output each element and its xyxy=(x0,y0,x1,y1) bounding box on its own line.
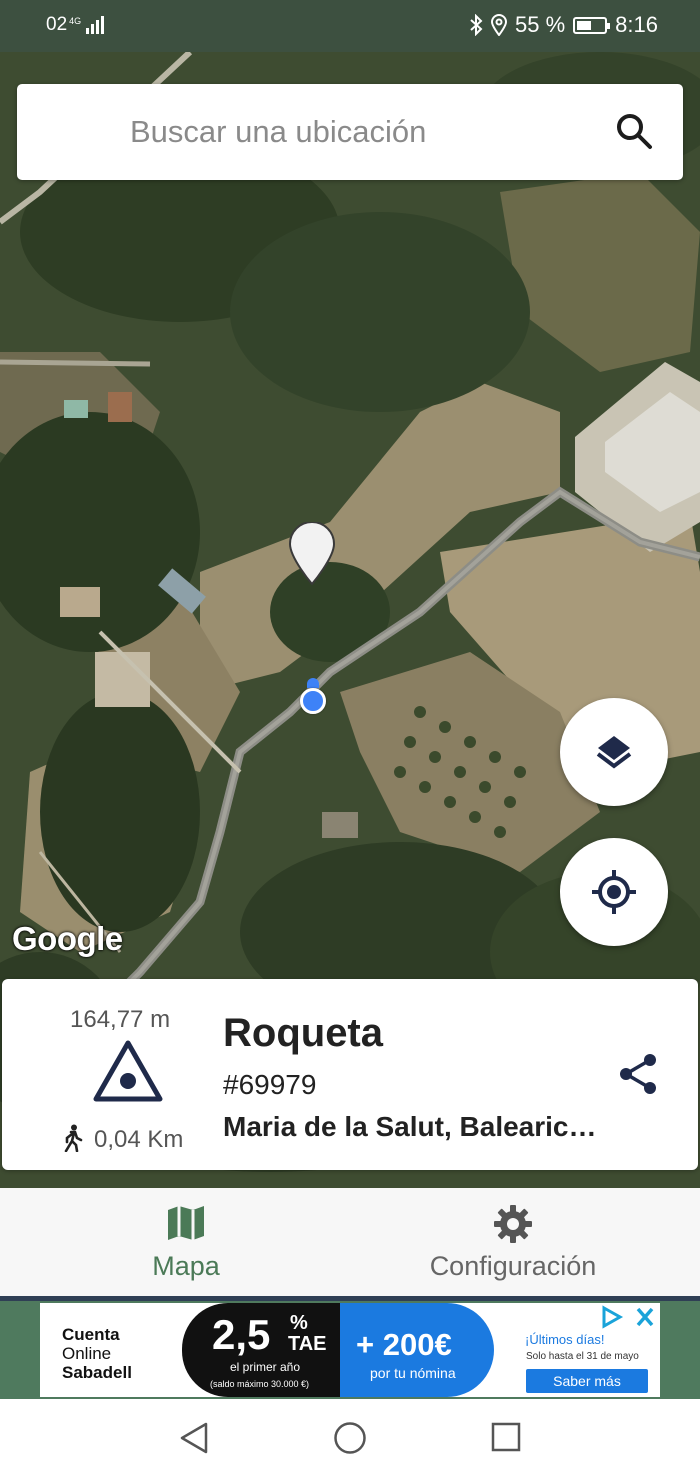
ad-bonus: + 200€ xyxy=(356,1327,452,1362)
ad-bonus-block: + 200€ por tu nómina xyxy=(340,1303,494,1397)
heading-indicator xyxy=(307,678,319,688)
my-location-button[interactable] xyxy=(560,838,668,946)
walking-icon xyxy=(64,1124,83,1152)
nav-item-settings[interactable]: Configuración xyxy=(412,1188,614,1296)
network-type: 4G xyxy=(69,16,82,26)
ad-bonus-sub: por tu nómina xyxy=(370,1365,456,1381)
place-name: Roqueta xyxy=(223,1011,383,1055)
clock: 8:16 xyxy=(615,12,658,37)
ad-rate-tae: TAE xyxy=(288,1333,327,1355)
ad-last-days: ¡Últimos días! xyxy=(525,1332,605,1347)
battery-fill xyxy=(577,20,592,30)
status-right: 55 % 8:16 xyxy=(469,12,658,38)
nav-item-map[interactable]: Mapa xyxy=(100,1188,272,1296)
place-info-card[interactable]: 164,77 m 0,04 Km Roqueta #69979 Maria de… xyxy=(2,979,698,1170)
nav-label-settings: Configuración xyxy=(429,1251,597,1281)
ad-brand-line3: Sabadell xyxy=(62,1363,132,1382)
summit-icon xyxy=(93,1040,163,1102)
ad-rate-percent: % xyxy=(290,1312,308,1334)
layers-icon xyxy=(596,736,632,769)
search-placeholder[interactable]: Buscar una ubicación xyxy=(130,114,426,150)
location-pin-marker[interactable] xyxy=(288,522,336,586)
current-location-dot xyxy=(300,688,326,714)
place-id: #69979 xyxy=(223,1069,317,1100)
status-bar: 02 4G 55 % 8:16 xyxy=(0,0,700,52)
my-location-icon xyxy=(592,870,636,914)
signal-icon xyxy=(86,14,105,34)
ad-rate-sub: el primer año xyxy=(230,1360,301,1374)
distance-value: 0,04 Km xyxy=(94,1126,184,1153)
battery-icon xyxy=(573,16,611,34)
ad-cta-button[interactable]: Saber más xyxy=(526,1369,648,1393)
google-attribution: Google xyxy=(12,920,123,957)
elevation-value: 164,77 m xyxy=(70,1006,171,1033)
system-navigation-bar xyxy=(0,1399,700,1477)
back-triangle-icon[interactable] xyxy=(178,1421,210,1455)
bluetooth-icon xyxy=(470,14,483,36)
map-icon xyxy=(168,1206,204,1240)
place-region: Maria de la Salut, Balearic… xyxy=(223,1111,597,1142)
ad-banner[interactable]: Cuenta Online Sabadell 2,5 % TAE el prim… xyxy=(40,1303,660,1397)
gear-icon xyxy=(494,1205,532,1243)
ad-brand: Cuenta Online Sabadell xyxy=(62,1325,132,1382)
share-icon[interactable] xyxy=(616,1052,660,1096)
ad-rate: 2,5 xyxy=(212,1311,271,1358)
search-bar[interactable]: Buscar una ubicación xyxy=(17,84,683,180)
nav-label-map: Mapa xyxy=(152,1251,220,1281)
satellite-map[interactable]: Buscar una ubicación Google 164,77 m 0,0… xyxy=(0,52,700,1188)
ad-banner-container: Cuenta Online Sabadell 2,5 % TAE el prim… xyxy=(0,1301,700,1399)
home-circle-icon[interactable] xyxy=(333,1421,367,1455)
ad-rate-block: 2,5 % TAE el primer año (saldo máximo 30… xyxy=(182,1303,362,1397)
bottom-navigation: Mapa Configuración xyxy=(0,1188,700,1296)
carrier-text: 02 xyxy=(46,14,68,35)
battery-percent: 55 % xyxy=(515,12,566,37)
status-left: 02 4G xyxy=(46,14,105,36)
recents-square-icon[interactable] xyxy=(490,1421,522,1453)
adchoices-close-icon[interactable] xyxy=(600,1305,658,1329)
layers-button[interactable] xyxy=(560,698,668,806)
ad-brand-line1: Cuenta xyxy=(62,1325,120,1344)
ad-brand-line2: Online xyxy=(62,1344,112,1363)
search-icon[interactable] xyxy=(615,112,653,150)
ad-until: Solo hasta el 31 de mayo xyxy=(526,1351,639,1362)
location-status-icon xyxy=(491,14,508,36)
ad-rate-max: (saldo máximo 30.000 €) xyxy=(210,1379,310,1389)
